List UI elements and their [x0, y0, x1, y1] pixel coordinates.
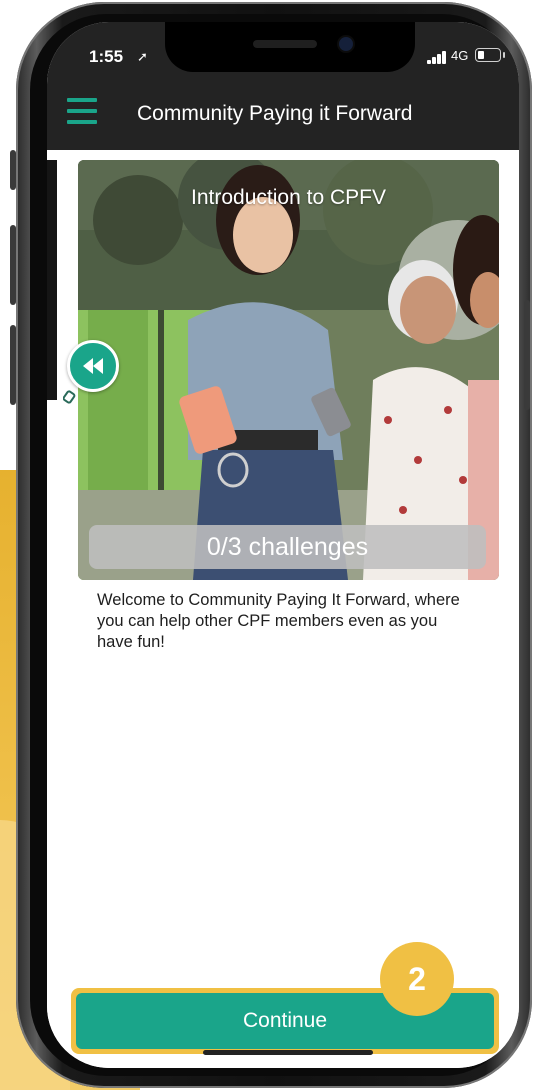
status-time: 1:55	[89, 47, 124, 66]
speaker-grille	[253, 40, 317, 48]
hamburger-menu-icon[interactable]	[67, 98, 97, 124]
home-indicator[interactable]	[203, 1050, 373, 1055]
challenge-progress: 0/3 challenges	[89, 525, 486, 569]
front-camera	[339, 37, 353, 51]
intro-description: Welcome to Community Paying It Forward, …	[97, 591, 460, 651]
network-type: 4G	[451, 48, 469, 63]
phone-screen: 1:55 ➚ 4G Community Paying it Forward In…	[47, 22, 519, 1068]
previous-card-edge	[47, 160, 57, 400]
hero-photo	[78, 160, 499, 580]
rewind-icon[interactable]	[67, 340, 119, 392]
challenge-title: Introduction to CPFV	[191, 186, 386, 209]
notch	[165, 22, 415, 72]
signal-icon	[427, 50, 449, 64]
challenge-card[interactable]: Introduction to CPFV 0/3 challenges	[78, 160, 499, 580]
step-number-badge: 2	[380, 942, 454, 1016]
status-bar: 1:55 ➚ 4G	[47, 22, 519, 82]
app-bar: Community Paying it Forward	[47, 82, 519, 150]
side-button-volume-down	[10, 325, 16, 405]
stage: 1:55 ➚ 4G Community Paying it Forward In…	[0, 0, 536, 1090]
battery-icon	[475, 48, 505, 62]
side-button-volume-up	[10, 225, 16, 305]
location-arrow-icon: ➚	[137, 49, 148, 64]
side-button-silent	[10, 150, 16, 190]
page-title: Community Paying it Forward	[137, 102, 413, 125]
main-content: Introduction to CPFV 0/3 challenges Welc…	[47, 150, 519, 1068]
link-icon	[63, 390, 76, 404]
side-button-power	[524, 300, 530, 410]
